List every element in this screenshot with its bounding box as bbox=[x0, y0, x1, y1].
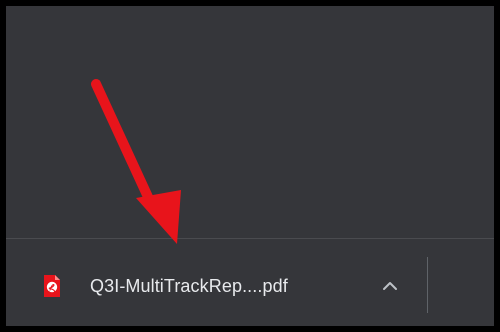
pdf-file-icon bbox=[42, 274, 62, 298]
download-shelf: Q3I-MultiTrackRep....pdf bbox=[6, 238, 494, 326]
download-file-name: Q3I-MultiTrackRep....pdf bbox=[90, 275, 288, 296]
download-item[interactable]: Q3I-MultiTrackRep....pdf bbox=[36, 269, 416, 303]
chevron-up-icon[interactable] bbox=[376, 276, 404, 296]
shelf-divider bbox=[427, 257, 428, 313]
browser-window: Q3I-MultiTrackRep....pdf bbox=[0, 0, 500, 332]
page-content-area bbox=[6, 6, 494, 238]
